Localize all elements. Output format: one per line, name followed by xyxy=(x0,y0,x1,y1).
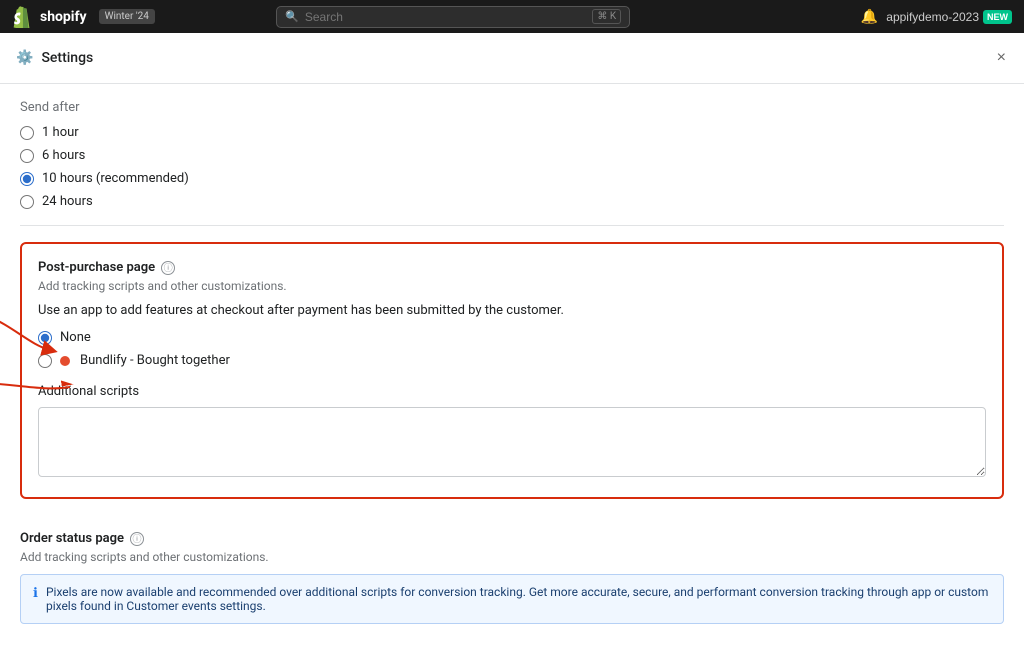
content-area: Send after 1 hour 6 hours 10 hours (reco… xyxy=(0,84,1024,660)
search-shortcut: ⌘ K xyxy=(592,9,621,24)
option-none[interactable]: None xyxy=(38,330,986,345)
post-purchase-section: Post-purchase page ⓘ Add tracking script… xyxy=(20,242,1004,499)
send-after-1h-label: 1 hour xyxy=(42,125,79,140)
radio-10h[interactable] xyxy=(20,172,34,186)
account-button[interactable]: appifydemo-2023 NEW xyxy=(886,10,1012,24)
bundlify-dot-icon xyxy=(60,356,70,366)
radio-none[interactable] xyxy=(38,331,52,345)
settings-panel: ⚙️ Settings × Send after 1 hour 6 hours … xyxy=(0,33,1024,660)
topbar: shopify Winter '24 🔍 ⌘ K 🔔 appifydemo-20… xyxy=(0,0,1024,33)
radio-24h[interactable] xyxy=(20,195,34,209)
order-status-subtitle: Add tracking scripts and other customiza… xyxy=(20,550,1004,564)
post-purchase-title-row: Post-purchase page ⓘ xyxy=(38,260,986,275)
shopify-icon xyxy=(12,6,34,28)
gear-icon: ⚙️ xyxy=(16,50,33,66)
settings-header: ⚙️ Settings × xyxy=(0,33,1024,84)
send-after-10h-label: 10 hours (recommended) xyxy=(42,171,189,186)
winter-badge: Winter '24 xyxy=(99,9,155,24)
option-bundlify[interactable]: Bundlify - Bought together xyxy=(38,353,986,368)
send-after-1h[interactable]: 1 hour xyxy=(20,125,1004,140)
option-none-label: None xyxy=(60,330,91,345)
order-status-info-icon[interactable]: ⓘ xyxy=(130,532,144,546)
close-button[interactable]: × xyxy=(995,47,1008,69)
send-after-24h[interactable]: 24 hours xyxy=(20,194,1004,209)
pixels-info-text: Pixels are now available and recommended… xyxy=(46,585,991,613)
additional-scripts-textarea[interactable] xyxy=(38,407,986,477)
notifications-button[interactable]: 🔔 xyxy=(861,8,878,25)
send-after-10h[interactable]: 10 hours (recommended) xyxy=(20,171,1004,186)
order-status-section: Order status page ⓘ Add tracking scripts… xyxy=(20,515,1004,640)
search-input[interactable] xyxy=(305,10,587,24)
send-after-label: Send after xyxy=(20,100,1004,115)
pixels-info-box: ℹ Pixels are now available and recommend… xyxy=(20,574,1004,624)
new-badge: NEW xyxy=(983,10,1012,24)
post-purchase-subtitle: Add tracking scripts and other customiza… xyxy=(38,279,986,293)
order-status-title-row: Order status page ⓘ xyxy=(20,531,1004,546)
account-name: appifydemo-2023 xyxy=(886,10,979,24)
search-bar[interactable]: 🔍 ⌘ K xyxy=(276,6,630,28)
additional-scripts-label: Additional scripts xyxy=(38,384,986,399)
option-bundlify-label: Bundlify - Bought together xyxy=(80,353,230,368)
send-after-section: Send after 1 hour 6 hours 10 hours (reco… xyxy=(20,84,1004,226)
send-after-radio-group: 1 hour 6 hours 10 hours (recommended) 24… xyxy=(20,125,1004,209)
info-blue-icon: ℹ xyxy=(33,586,38,601)
post-purchase-description: Use an app to add features at checkout a… xyxy=(38,303,986,318)
send-after-6h-label: 6 hours xyxy=(42,148,85,163)
post-purchase-info-icon[interactable]: ⓘ xyxy=(161,261,175,275)
radio-bundlify[interactable] xyxy=(38,354,52,368)
settings-header-left: ⚙️ Settings xyxy=(16,50,93,66)
radio-1h[interactable] xyxy=(20,126,34,140)
order-status-title: Order status page xyxy=(20,531,124,546)
topbar-right: 🔔 appifydemo-2023 NEW xyxy=(861,8,1012,25)
settings-title: Settings xyxy=(41,50,93,66)
send-after-6h[interactable]: 6 hours xyxy=(20,148,1004,163)
send-after-24h-label: 24 hours xyxy=(42,194,93,209)
post-purchase-radio-group: None Bundlify - Bought together xyxy=(38,330,986,368)
post-purchase-wrapper: Fordeactivate For activate xyxy=(20,242,1004,499)
search-icon: 🔍 xyxy=(285,10,299,23)
post-purchase-title: Post-purchase page xyxy=(38,260,155,275)
radio-6h[interactable] xyxy=(20,149,34,163)
shopify-logo: shopify xyxy=(12,6,87,28)
shopify-text: shopify xyxy=(40,9,87,25)
